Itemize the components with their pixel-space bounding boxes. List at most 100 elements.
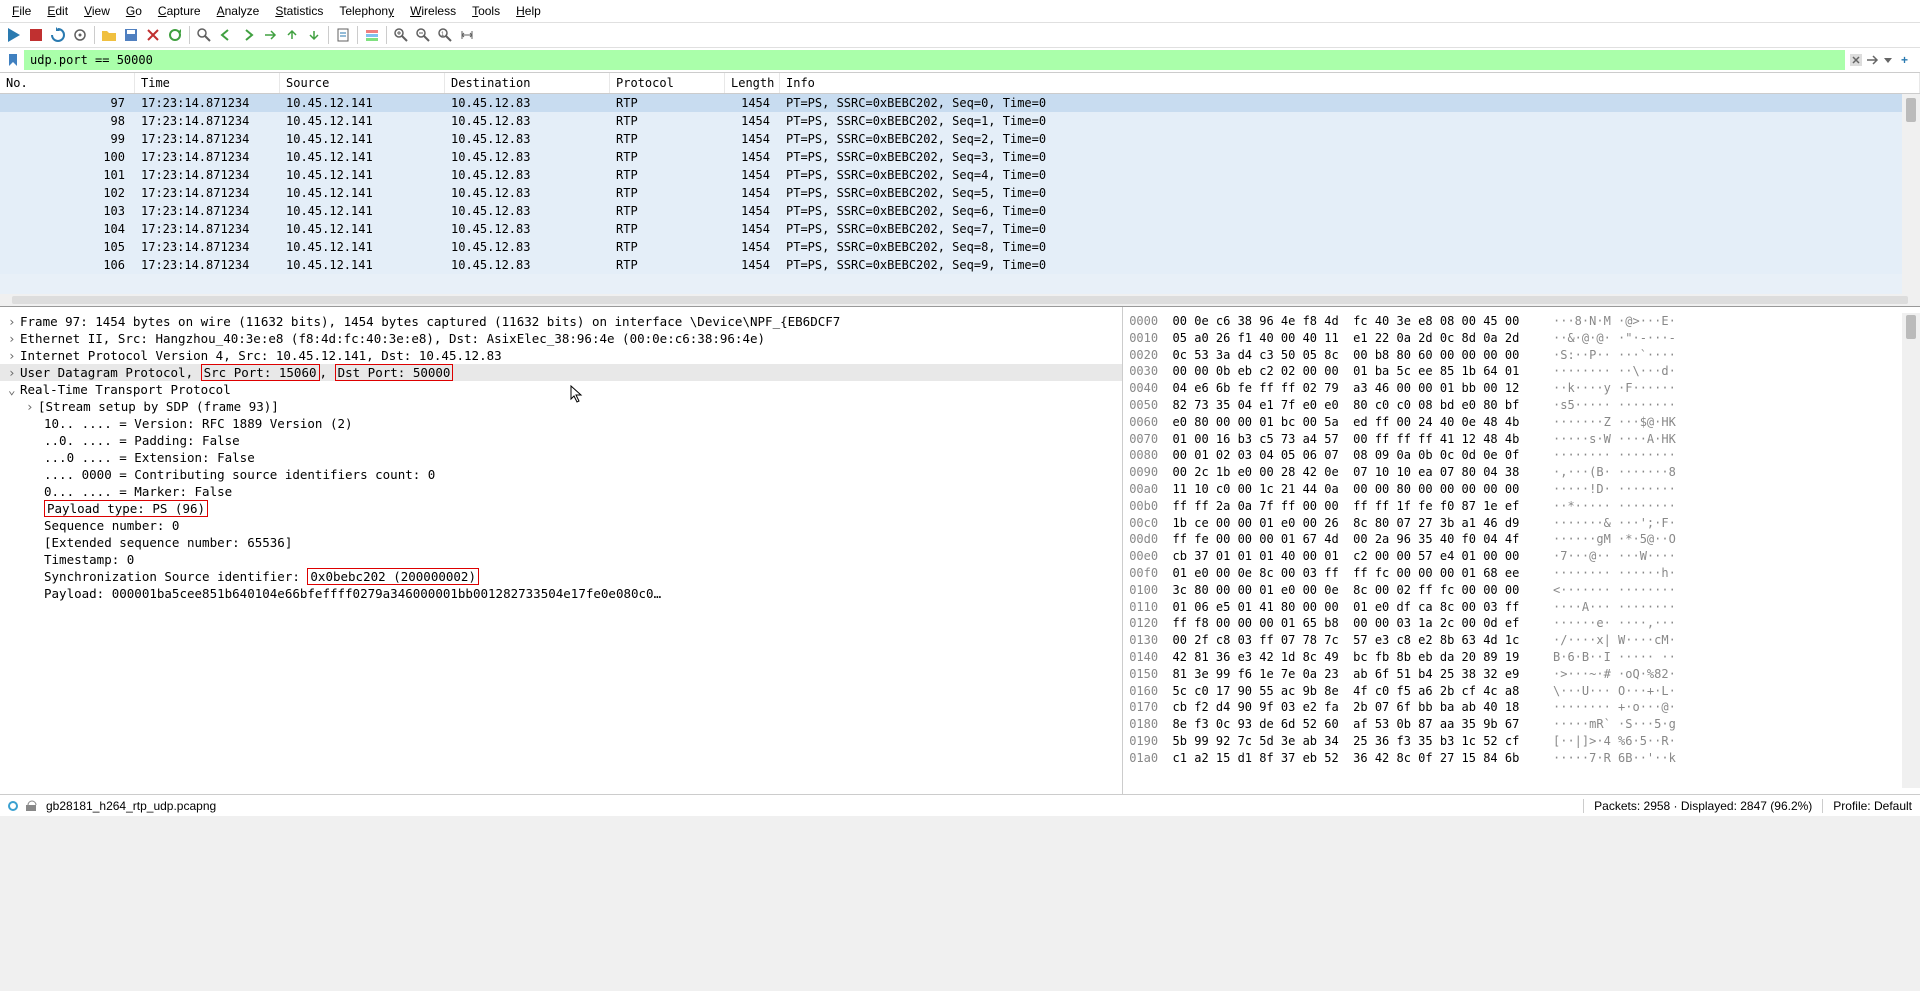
bookmark-icon[interactable] <box>4 51 22 69</box>
display-filter-input[interactable] <box>24 50 1845 70</box>
packet-row[interactable]: 10217:23:14.87123410.45.12.14110.45.12.8… <box>0 184 1920 202</box>
hex-row[interactable]: 0080 00 01 02 03 04 05 06 07 08 09 0a 0b… <box>1129 447 1914 464</box>
packet-row[interactable]: 9917:23:14.87123410.45.12.14110.45.12.83… <box>0 130 1920 148</box>
detail-ethernet[interactable]: ›Ethernet II, Src: Hangzhou_40:3e:e8 (f8… <box>0 330 1122 347</box>
apply-filter-icon[interactable] <box>1865 53 1879 67</box>
reload-file-icon[interactable] <box>165 25 185 45</box>
menu-capture[interactable]: Capture <box>150 2 209 20</box>
hex-row[interactable]: 0110 01 06 e5 01 41 80 00 00 01 e0 df ca… <box>1129 599 1914 616</box>
menu-edit[interactable]: Edit <box>39 2 76 20</box>
detail-ext-seq: [Extended sequence number: 65536] <box>0 534 1122 551</box>
detail-ip[interactable]: ›Internet Protocol Version 4, Src: 10.45… <box>0 347 1122 364</box>
packet-details-pane[interactable]: ›Frame 97: 1454 bytes on wire (11632 bit… <box>0 307 1123 794</box>
packet-row[interactable]: 10017:23:14.87123410.45.12.14110.45.12.8… <box>0 148 1920 166</box>
column-destination[interactable]: Destination <box>445 73 610 93</box>
menu-view[interactable]: View <box>76 2 118 20</box>
find-icon[interactable] <box>194 25 214 45</box>
zoom-reset-icon[interactable]: 1 <box>435 25 455 45</box>
menu-wireless[interactable]: Wireless <box>402 2 464 20</box>
hex-row[interactable]: 0000 00 0e c6 38 96 4e f8 4d fc 40 3e e8… <box>1129 313 1914 330</box>
go-to-packet-icon[interactable] <box>260 25 280 45</box>
go-first-icon[interactable] <box>282 25 302 45</box>
hex-row[interactable]: 0170 cb f2 d4 90 9f 03 e2 fa 2b 07 6f bb… <box>1129 699 1914 716</box>
filter-dropdown-icon[interactable] <box>1881 53 1895 67</box>
hex-row[interactable]: 0090 00 2c 1b e0 00 28 42 0e 07 10 10 ea… <box>1129 464 1914 481</box>
hex-row[interactable]: 0140 42 81 36 e3 42 1d 8c 49 bc fb 8b eb… <box>1129 649 1914 666</box>
horizontal-scrollbar[interactable] <box>12 296 1908 304</box>
packet-row[interactable]: 10117:23:14.87123410.45.12.14110.45.12.8… <box>0 166 1920 184</box>
hex-row[interactable]: 0010 05 a0 26 f1 40 00 40 11 e1 22 0a 2d… <box>1129 330 1914 347</box>
hex-row[interactable]: 0020 0c 53 3a d4 c3 50 05 8c 00 b8 80 60… <box>1129 347 1914 364</box>
detail-udp[interactable]: ›User Datagram Protocol, Src Port: 15060… <box>0 364 1122 381</box>
highlight-ssrc: 0x0bebc202 (200000002) <box>307 568 479 585</box>
vertical-scrollbar[interactable] <box>1902 313 1920 788</box>
packet-row[interactable]: 10617:23:14.87123410.45.12.14110.45.12.8… <box>0 256 1920 274</box>
hex-row[interactable]: 0190 5b 99 92 7c 5d 3e ab 34 25 36 f3 35… <box>1129 733 1914 750</box>
add-filter-button-icon[interactable]: + <box>1897 53 1912 67</box>
close-file-icon[interactable] <box>143 25 163 45</box>
hex-row[interactable]: 00d0 ff fe 00 00 00 01 67 4d 00 2a 96 35… <box>1129 531 1914 548</box>
column-info[interactable]: Info <box>780 73 1920 93</box>
open-file-icon[interactable] <box>99 25 119 45</box>
expert-info-icon[interactable] <box>8 801 18 811</box>
hex-row[interactable]: 00a0 11 10 c0 00 1c 21 44 0a 00 00 80 00… <box>1129 481 1914 498</box>
packet-row[interactable]: 9817:23:14.87123410.45.12.14110.45.12.83… <box>0 112 1920 130</box>
hex-row[interactable]: 0030 00 00 0b eb c2 02 00 00 01 ba 5c ee… <box>1129 363 1914 380</box>
start-capture-icon[interactable] <box>4 25 24 45</box>
status-file: gb28181_h264_rtp_udp.pcapng <box>46 799 216 813</box>
hex-row[interactable]: 0160 5c c0 17 90 55 ac 9b 8e 4f c0 f5 a6… <box>1129 683 1914 700</box>
go-back-icon[interactable] <box>216 25 236 45</box>
menu-telephony[interactable]: Telephony <box>331 2 402 20</box>
hex-row[interactable]: 01a0 c1 a2 15 d1 8f 37 eb 52 36 42 8c 0f… <box>1129 750 1914 767</box>
detail-frame[interactable]: ›Frame 97: 1454 bytes on wire (11632 bit… <box>0 313 1122 330</box>
hex-row[interactable]: 0130 00 2f c8 03 ff 07 78 7c 57 e3 c8 e2… <box>1129 632 1914 649</box>
menu-go[interactable]: Go <box>118 2 150 20</box>
hex-row[interactable]: 00e0 cb 37 01 01 01 40 00 01 c2 00 00 57… <box>1129 548 1914 565</box>
menu-statistics[interactable]: Statistics <box>267 2 331 20</box>
hex-row[interactable]: 0120 ff f8 00 00 00 01 65 b8 00 00 03 1a… <box>1129 615 1914 632</box>
zoom-in-icon[interactable] <box>391 25 411 45</box>
stop-capture-icon[interactable] <box>26 25 46 45</box>
auto-scroll-icon[interactable] <box>333 25 353 45</box>
expert-indicator-icon[interactable] <box>24 799 38 813</box>
menu-analyze[interactable]: Analyze <box>209 2 268 20</box>
packet-row[interactable]: 10517:23:14.87123410.45.12.14110.45.12.8… <box>0 238 1920 256</box>
status-profile[interactable]: Profile: Default <box>1833 799 1912 813</box>
hex-row[interactable]: 00c0 1b ce 00 00 01 e0 00 26 8c 80 07 27… <box>1129 515 1914 532</box>
packet-row[interactable]: 10417:23:14.87123410.45.12.14110.45.12.8… <box>0 220 1920 238</box>
hex-row[interactable]: 00b0 ff ff 2a 0a 7f ff 00 00 ff ff 1f fe… <box>1129 498 1914 515</box>
column-time[interactable]: Time <box>135 73 280 93</box>
hex-row[interactable]: 0150 81 3e 99 f6 1e 7e 0a 23 ab 6f 51 b4… <box>1129 666 1914 683</box>
resize-columns-icon[interactable] <box>457 25 477 45</box>
column-source[interactable]: Source <box>280 73 445 93</box>
clear-filter-icon[interactable] <box>1849 53 1863 67</box>
vertical-scrollbar[interactable] <box>1902 94 1920 294</box>
hex-row[interactable]: 00f0 01 e0 00 0e 8c 00 03 ff ff fc 00 00… <box>1129 565 1914 582</box>
column-no[interactable]: No. <box>0 73 135 93</box>
hex-row[interactable]: 0070 01 00 16 b3 c5 73 a4 57 00 ff ff ff… <box>1129 431 1914 448</box>
restart-capture-icon[interactable] <box>48 25 68 45</box>
save-file-icon[interactable] <box>121 25 141 45</box>
go-last-icon[interactable] <box>304 25 324 45</box>
detail-payload-type: Payload type: PS (96) <box>0 500 1122 517</box>
go-forward-icon[interactable] <box>238 25 258 45</box>
menu-tools[interactable]: Tools <box>464 2 508 20</box>
packet-row[interactable]: 9717:23:14.87123410.45.12.14110.45.12.83… <box>0 94 1920 112</box>
capture-options-icon[interactable] <box>70 25 90 45</box>
zoom-out-icon[interactable] <box>413 25 433 45</box>
menu-file[interactable]: File <box>4 2 39 20</box>
hex-row[interactable]: 0040 04 e6 6b fe ff ff 02 79 a3 46 00 00… <box>1129 380 1914 397</box>
packet-row[interactable]: 10317:23:14.87123410.45.12.14110.45.12.8… <box>0 202 1920 220</box>
detail-stream-setup[interactable]: ›[Stream setup by SDP (frame 93)] <box>0 398 1122 415</box>
column-length[interactable]: Length <box>725 73 780 93</box>
hex-row[interactable]: 0100 3c 80 00 00 01 e0 00 0e 8c 00 02 ff… <box>1129 582 1914 599</box>
hex-row[interactable]: 0180 8e f3 0c 93 de 6d 52 60 af 53 0b 87… <box>1129 716 1914 733</box>
colorize-icon[interactable] <box>362 25 382 45</box>
menu-help[interactable]: Help <box>508 2 549 20</box>
packet-bytes-pane[interactable]: 0000 00 0e c6 38 96 4e f8 4d fc 40 3e e8… <box>1123 307 1920 794</box>
hex-row[interactable]: 0060 e0 80 00 00 01 bc 00 5a ed ff 00 24… <box>1129 414 1914 431</box>
detail-rtp[interactable]: ⌄Real-Time Transport Protocol <box>0 381 1122 398</box>
packet-list[interactable]: 9717:23:14.87123410.45.12.14110.45.12.83… <box>0 94 1920 294</box>
hex-row[interactable]: 0050 82 73 35 04 e1 7f e0 e0 80 c0 c0 08… <box>1129 397 1914 414</box>
column-protocol[interactable]: Protocol <box>610 73 725 93</box>
